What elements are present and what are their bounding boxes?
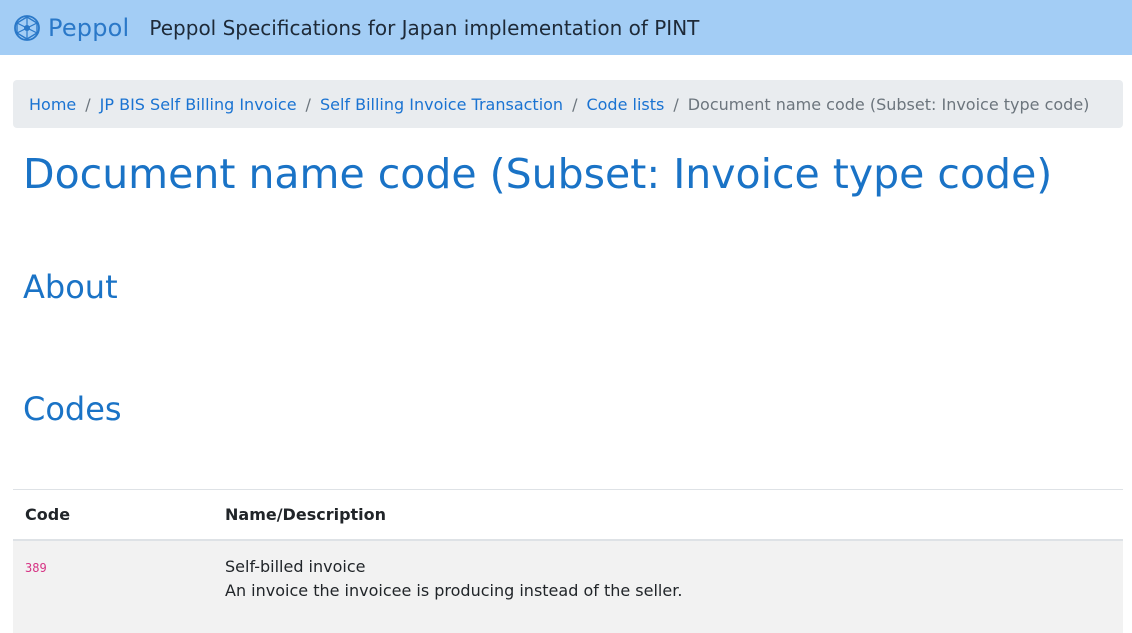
- breadcrumb-current: Document name code (Subset: Invoice type…: [687, 94, 1090, 114]
- table-header-row: Code Name/Description: [13, 489, 1123, 541]
- codes-heading: Codes: [23, 390, 122, 428]
- name-description-cell: Self-billed invoice An invoice the invoi…: [213, 539, 1123, 633]
- breadcrumb-jp-bis-link[interactable]: JP BIS Self Billing Invoice: [100, 95, 297, 114]
- breadcrumb-home-link[interactable]: Home: [29, 95, 76, 114]
- about-heading: About: [23, 268, 118, 306]
- brand-name: Peppol: [48, 13, 130, 42]
- column-header-code: Code: [13, 489, 213, 541]
- site-title: Peppol Specifications for Japan implemen…: [149, 15, 700, 40]
- top-navbar: Peppol Peppol Specifications for Japan i…: [0, 0, 1132, 55]
- brand-link[interactable]: Peppol: [12, 13, 129, 43]
- breadcrumb: Home / JP BIS Self Billing Invoice / Sel…: [13, 80, 1123, 128]
- code-description: An invoice the invoicee is producing ins…: [225, 580, 683, 600]
- page-title: Document name code (Subset: Invoice type…: [23, 150, 1053, 198]
- column-header-name: Name/Description: [213, 489, 1123, 541]
- code-value: 389: [25, 560, 47, 575]
- breadcrumb-code-lists-link[interactable]: Code lists: [586, 95, 664, 114]
- breadcrumb-separator: /: [305, 94, 311, 114]
- code-cell: 389: [13, 539, 213, 633]
- breadcrumb-separator: /: [572, 94, 578, 114]
- breadcrumb-separator: /: [673, 94, 679, 114]
- code-name: Self-billed invoice: [225, 556, 366, 576]
- codes-table: Code Name/Description 389 Self-billed in…: [13, 489, 1123, 633]
- breadcrumb-separator: /: [85, 94, 91, 114]
- breadcrumb-transaction-link[interactable]: Self Billing Invoice Transaction: [320, 95, 563, 114]
- table-row: 389 Self-billed invoice An invoice the i…: [13, 539, 1123, 633]
- peppol-logo-icon: [14, 14, 40, 41]
